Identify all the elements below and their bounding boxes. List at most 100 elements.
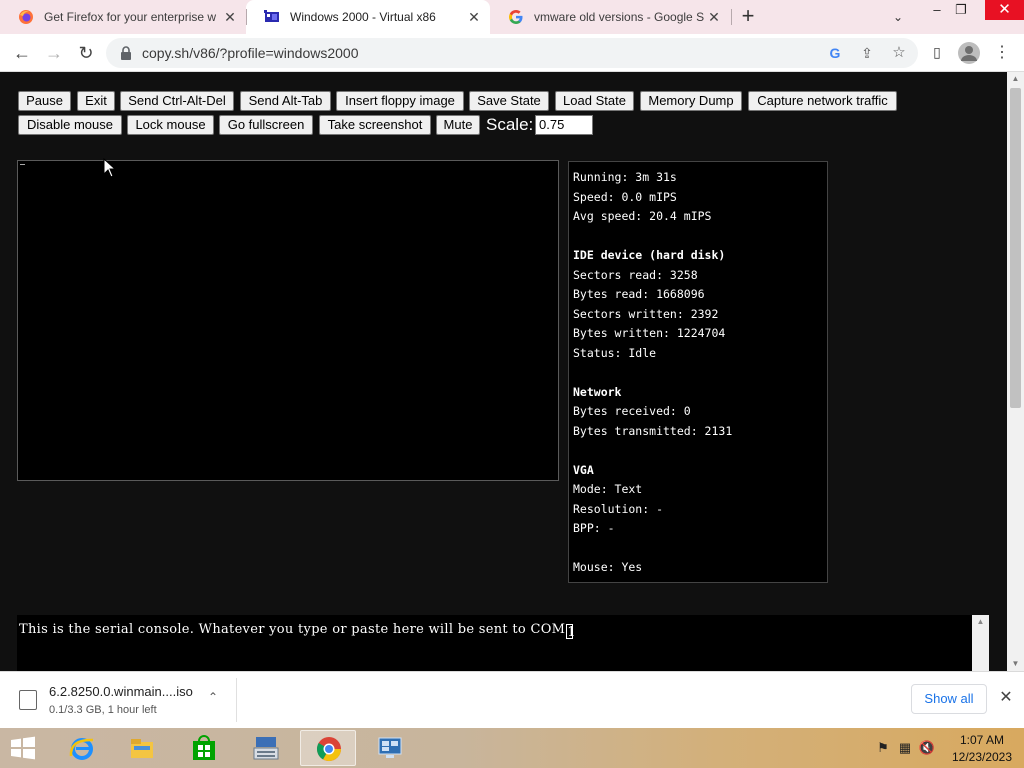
vga-mode: Mode: Text <box>573 482 643 496</box>
taskbar-file-explorer[interactable] <box>114 730 170 766</box>
save-state-button[interactable]: Save State <box>469 91 549 111</box>
browser-menu-icon[interactable]: ⋮ <box>994 42 1010 64</box>
mouse-status: Mouse: Yes <box>573 560 643 574</box>
serial-console-text: This is the serial console. Whatever you… <box>19 622 566 637</box>
lock-icon[interactable] <box>120 46 132 60</box>
emulator-screen[interactable] <box>17 160 559 481</box>
tab-strip: Get Firefox for your enterprise w ✕ Wind… <box>0 0 1024 34</box>
scale-label: Scale: <box>486 115 534 134</box>
side-panel-icon[interactable]: ▯ <box>928 44 946 62</box>
profile-avatar-icon[interactable] <box>958 42 980 64</box>
download-filename[interactable]: 6.2.8250.0.winmain....iso <box>49 684 193 699</box>
restore-button[interactable]: ❐ <box>945 0 977 20</box>
url-text[interactable]: copy.sh/v86/?profile=windows2000 <box>142 45 359 61</box>
reload-button[interactable]: ↻ <box>73 40 99 66</box>
runtime-info-panel: Running: 3m 31s Speed: 0.0 mIPS Avg spee… <box>568 161 828 583</box>
sectors-written: Sectors written: 2392 <box>573 306 719 321</box>
disable-mouse-button[interactable]: Disable mouse <box>18 115 122 135</box>
tab-firefox-enterprise[interactable]: Get Firefox for your enterprise w ✕ <box>0 0 246 34</box>
serial-console[interactable]: This is the serial console. Whatever you… <box>17 615 972 671</box>
firefox-icon <box>19 10 33 24</box>
v86-icon <box>264 10 279 22</box>
vga-bpp: BPP: - <box>573 521 615 535</box>
tab-title: Windows 2000 - Virtual x86 <box>290 10 436 24</box>
download-status: 0.1/3.3 GB, 1 hour left <box>49 704 157 716</box>
send-alt-tab-button[interactable]: Send Alt-Tab <box>240 91 331 111</box>
ide-heading: IDE device (hard disk) <box>573 248 726 262</box>
download-menu-chevron-icon[interactable]: ⌃ <box>204 690 222 708</box>
scroll-down-arrow-icon[interactable]: ▼ <box>1007 657 1024 671</box>
insert-floppy-button[interactable]: Insert floppy image <box>336 91 464 111</box>
go-fullscreen-button[interactable]: Go fullscreen <box>219 115 313 135</box>
store-icon <box>193 735 215 760</box>
capture-network-traffic-button[interactable]: Capture network traffic <box>748 91 897 111</box>
taskbar-store[interactable] <box>176 730 232 766</box>
windows-start-icon[interactable] <box>6 734 40 762</box>
folder-icon <box>131 739 153 758</box>
lock-mouse-button[interactable]: Lock mouse <box>127 115 214 135</box>
file-icon <box>19 690 37 710</box>
keyboard-icon <box>253 737 279 760</box>
chrome-icon <box>316 737 341 762</box>
tab-close-icon[interactable]: ✕ <box>464 7 484 27</box>
close-download-bar-icon[interactable]: ✕ <box>997 689 1015 707</box>
serial-caret: 1 <box>566 624 576 640</box>
close-window-button[interactable]: ✕ <box>985 0 1024 20</box>
scroll-up-arrow-icon[interactable]: ▲ <box>972 615 989 629</box>
bookmark-star-icon[interactable]: ☆ <box>890 44 908 62</box>
send-ctrl-alt-del-button[interactable]: Send Ctrl-Alt-Del <box>120 91 234 111</box>
forward-button[interactable]: → <box>41 40 67 66</box>
tab-google-search[interactable]: vmware old versions - Google Se ✕ <box>490 0 730 34</box>
load-state-button[interactable]: Load State <box>555 91 634 111</box>
bytes-transmitted: Bytes transmitted: 2131 <box>573 423 733 438</box>
take-screenshot-button[interactable]: Take screenshot <box>319 115 431 135</box>
google-icon <box>509 10 523 24</box>
new-tab-button[interactable]: + <box>736 5 760 29</box>
clock-time[interactable]: 1:07 AM <box>948 733 1016 747</box>
tab-windows-2000[interactable]: Windows 2000 - Virtual x86 ✕ <box>246 0 490 34</box>
back-button[interactable]: ← <box>9 40 35 66</box>
memory-dump-button[interactable]: Memory Dump <box>640 91 742 111</box>
clock-date[interactable]: 12/23/2023 <box>948 750 1016 764</box>
scroll-up-arrow-icon[interactable]: ▲ <box>1007 72 1024 86</box>
tab-search-chevron-icon[interactable]: ⌄ <box>888 7 908 27</box>
share-icon[interactable]: ⇪ <box>858 44 876 62</box>
download-bar: 6.2.8250.0.winmain....iso 0.1/3.3 GB, 1 … <box>0 671 1024 728</box>
speed: Speed: 0.0 mIPS <box>573 189 677 204</box>
bytes-read: Bytes read: 1668096 <box>573 287 705 301</box>
show-all-button[interactable]: Show all <box>911 684 987 714</box>
pause-button[interactable]: Pause <box>18 91 71 111</box>
sectors-read: Sectors read: 3258 <box>573 267 698 282</box>
vga-heading: VGA <box>573 462 594 477</box>
page-scrollbar[interactable]: ▲ ▼ <box>1007 72 1024 671</box>
scale-input[interactable]: 0.75 <box>535 115 593 135</box>
volume-muted-icon[interactable]: 🔇 <box>916 740 938 756</box>
serial-scrollbar[interactable]: ▲ <box>972 615 989 671</box>
action-center-flag-icon[interactable]: ⚑ <box>872 740 894 756</box>
tab-close-icon[interactable]: ✕ <box>704 7 724 27</box>
bytes-received: Bytes received: 0 <box>573 404 691 418</box>
google-lens-icon[interactable]: G <box>826 44 844 62</box>
text-cursor <box>20 164 25 165</box>
system-tray: ⚑ ▦ 🔇 <box>872 740 938 758</box>
divider <box>236 678 237 722</box>
taskbar-chrome[interactable] <box>300 730 356 766</box>
taskbar-remote-desktop[interactable] <box>362 730 418 766</box>
windows-taskbar: ⚑ ▦ 🔇 1:07 AM 12/23/2023 <box>0 728 1024 768</box>
scroll-thumb[interactable] <box>1010 88 1021 408</box>
computer-icon <box>378 737 402 758</box>
network-icon[interactable]: ▦ <box>894 740 916 756</box>
mute-button[interactable]: Mute <box>436 115 480 135</box>
taskbar-keyboard-app[interactable] <box>238 730 294 766</box>
v86-page: Pause Exit Send Ctrl-Alt-Del Send Alt-Ta… <box>0 72 1007 671</box>
taskbar-internet-explorer[interactable] <box>54 730 110 766</box>
address-bar[interactable]: copy.sh/v86/?profile=windows2000 G ⇪ ☆ <box>106 38 918 68</box>
exit-button[interactable]: Exit <box>77 91 115 111</box>
tab-separator <box>731 9 732 25</box>
running-time: Running: 3m 31s <box>573 170 677 184</box>
tab-title: vmware old versions - Google Se <box>534 10 704 24</box>
tab-close-icon[interactable]: ✕ <box>220 7 240 27</box>
